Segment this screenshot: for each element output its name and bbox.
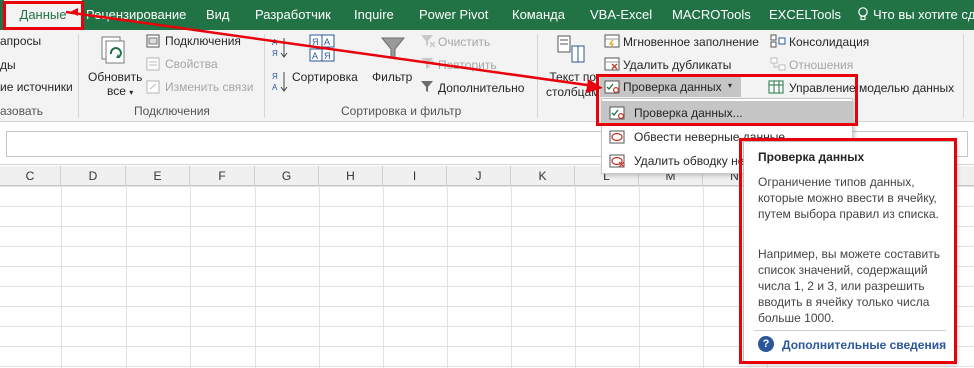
annotation-box-data-tab <box>3 1 84 30</box>
annotation-box-tooltip <box>739 138 957 364</box>
annotation-arrow-line <box>65 10 595 88</box>
annotation-box-data-validation <box>596 74 858 126</box>
